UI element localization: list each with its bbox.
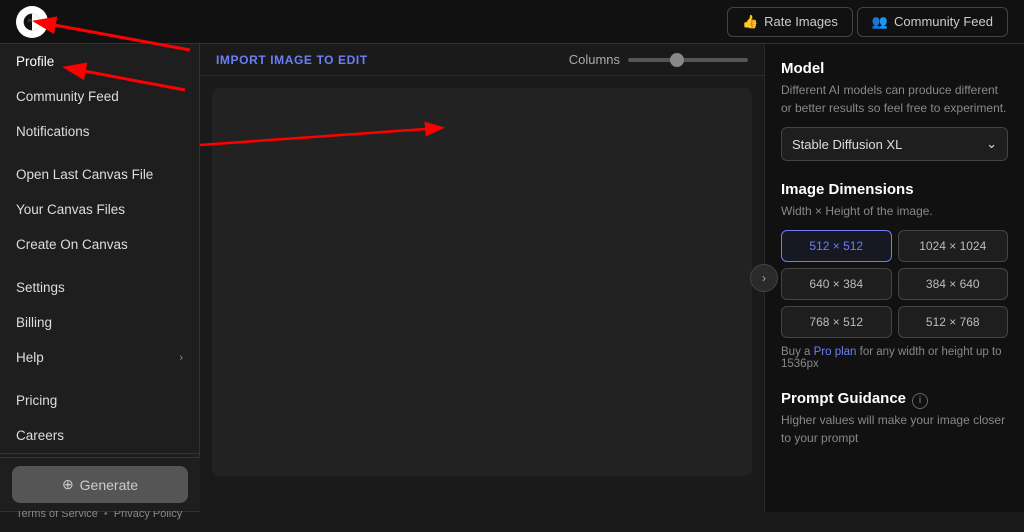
- model-select[interactable]: Stable Diffusion XL ⌄: [781, 127, 1008, 161]
- header-left: [16, 6, 48, 38]
- prompt-guidance-section: Prompt Guidance i Higher values will mak…: [781, 390, 1008, 447]
- model-section: Model Different AI models can produce di…: [781, 60, 1008, 161]
- menu-label-billing: Billing: [16, 315, 52, 330]
- chevron-down-icon: ⌄: [986, 136, 997, 152]
- menu-label-profile: Profile: [16, 54, 54, 69]
- pro-note: Buy a Pro plan for any width or height u…: [781, 346, 1008, 370]
- community-feed-label: Community Feed: [894, 14, 993, 29]
- menu-item-create-on-canvas[interactable]: Create On Canvas: [0, 227, 199, 262]
- rate-images-label: Rate Images: [764, 14, 838, 29]
- header-right: 👍 Rate Images 👥 Community Feed: [727, 7, 1008, 37]
- dim-btn-512x768[interactable]: 512 × 768: [898, 306, 1009, 338]
- header: 👍 Rate Images 👥 Community Feed: [0, 0, 1024, 44]
- image-dimensions-title: Image Dimensions: [781, 181, 1008, 198]
- dropdown-menu: Profile Community Feed Notifications Ope…: [0, 44, 200, 512]
- menu-item-settings[interactable]: Settings: [0, 270, 199, 305]
- image-dimensions-section: Image Dimensions Width × Height of the i…: [781, 181, 1008, 370]
- generate-bar: ⊕ Generate: [0, 457, 200, 511]
- menu-label-notifications: Notifications: [16, 124, 90, 139]
- collapse-panel-button[interactable]: ›: [750, 264, 778, 292]
- image-dimensions-desc: Width × Height of the image.: [781, 202, 1008, 220]
- plus-icon: ⊕: [62, 476, 74, 493]
- thumbs-up-icon: 👍: [742, 14, 758, 30]
- menu-item-billing[interactable]: Billing: [0, 305, 199, 340]
- chevron-right-icon: ›: [179, 352, 183, 364]
- info-symbol: i: [919, 395, 921, 406]
- model-title: Model: [781, 60, 1008, 77]
- columns-slider[interactable]: [628, 58, 748, 62]
- dim-btn-1024x1024[interactable]: 1024 × 1024: [898, 230, 1009, 262]
- community-feed-button[interactable]: 👥 Community Feed: [857, 7, 1008, 37]
- model-description: Different AI models can produce differen…: [781, 81, 1008, 117]
- prompt-guidance-info-icon[interactable]: i: [912, 393, 928, 409]
- pro-plan-link[interactable]: Pro plan: [814, 346, 857, 358]
- menu-item-your-canvas-files[interactable]: Your Canvas Files: [0, 192, 199, 227]
- canvas-area: IMPORT IMAGE TO EDIT Columns ›: [200, 44, 764, 512]
- columns-control: Columns: [569, 52, 748, 67]
- menu-label-pricing: Pricing: [16, 393, 57, 408]
- dim-btn-384x640[interactable]: 384 × 640: [898, 268, 1009, 300]
- canvas-content: [212, 88, 752, 476]
- menu-item-pricing[interactable]: Pricing: [0, 383, 199, 418]
- columns-label: Columns: [569, 52, 620, 67]
- dim-btn-512x512[interactable]: 512 × 512: [781, 230, 892, 262]
- prompt-guidance-desc: Higher values will make your image close…: [781, 411, 1008, 447]
- main-layout: Profile Community Feed Notifications Ope…: [0, 44, 1024, 512]
- right-panel: Model Different AI models can produce di…: [764, 44, 1024, 512]
- dim-btn-768x512[interactable]: 768 × 512: [781, 306, 892, 338]
- dim-btn-640x384[interactable]: 640 × 384: [781, 268, 892, 300]
- import-label: IMPORT IMAGE TO EDIT: [216, 53, 368, 67]
- dimensions-grid: 512 × 512 1024 × 1024 640 × 384 384 × 64…: [781, 230, 1008, 338]
- generate-label: Generate: [80, 477, 138, 493]
- community-icon: 👥: [872, 14, 888, 30]
- prompt-title-row: Prompt Guidance i: [781, 390, 1008, 411]
- logo-button[interactable]: [16, 6, 48, 38]
- menu-label-settings: Settings: [16, 280, 65, 295]
- menu-item-help[interactable]: Help ›: [0, 340, 199, 375]
- menu-label-careers: Careers: [16, 428, 64, 443]
- menu-label-open-last-canvas: Open Last Canvas File: [16, 167, 153, 182]
- canvas-toolbar: IMPORT IMAGE TO EDIT Columns: [200, 44, 764, 76]
- model-selected-label: Stable Diffusion XL: [792, 137, 902, 152]
- menu-label-your-canvas-files: Your Canvas Files: [16, 202, 125, 217]
- generate-button[interactable]: ⊕ Generate: [12, 466, 188, 503]
- menu-label-create-on-canvas: Create On Canvas: [16, 237, 128, 252]
- menu-item-notifications[interactable]: Notifications: [0, 114, 199, 149]
- chevron-right-icon: ›: [762, 271, 766, 285]
- rate-images-button[interactable]: 👍 Rate Images: [727, 7, 853, 37]
- menu-item-open-last-canvas[interactable]: Open Last Canvas File: [0, 157, 199, 192]
- menu-item-community-feed[interactable]: Community Feed: [0, 79, 199, 114]
- import-image-button[interactable]: IMPORT IMAGE TO EDIT: [216, 53, 368, 67]
- menu-label-help: Help: [16, 350, 44, 365]
- menu-item-careers[interactable]: Careers: [0, 418, 199, 453]
- prompt-guidance-title: Prompt Guidance: [781, 390, 906, 407]
- menu-item-profile[interactable]: Profile: [0, 44, 199, 79]
- menu-label-community-feed: Community Feed: [16, 89, 119, 104]
